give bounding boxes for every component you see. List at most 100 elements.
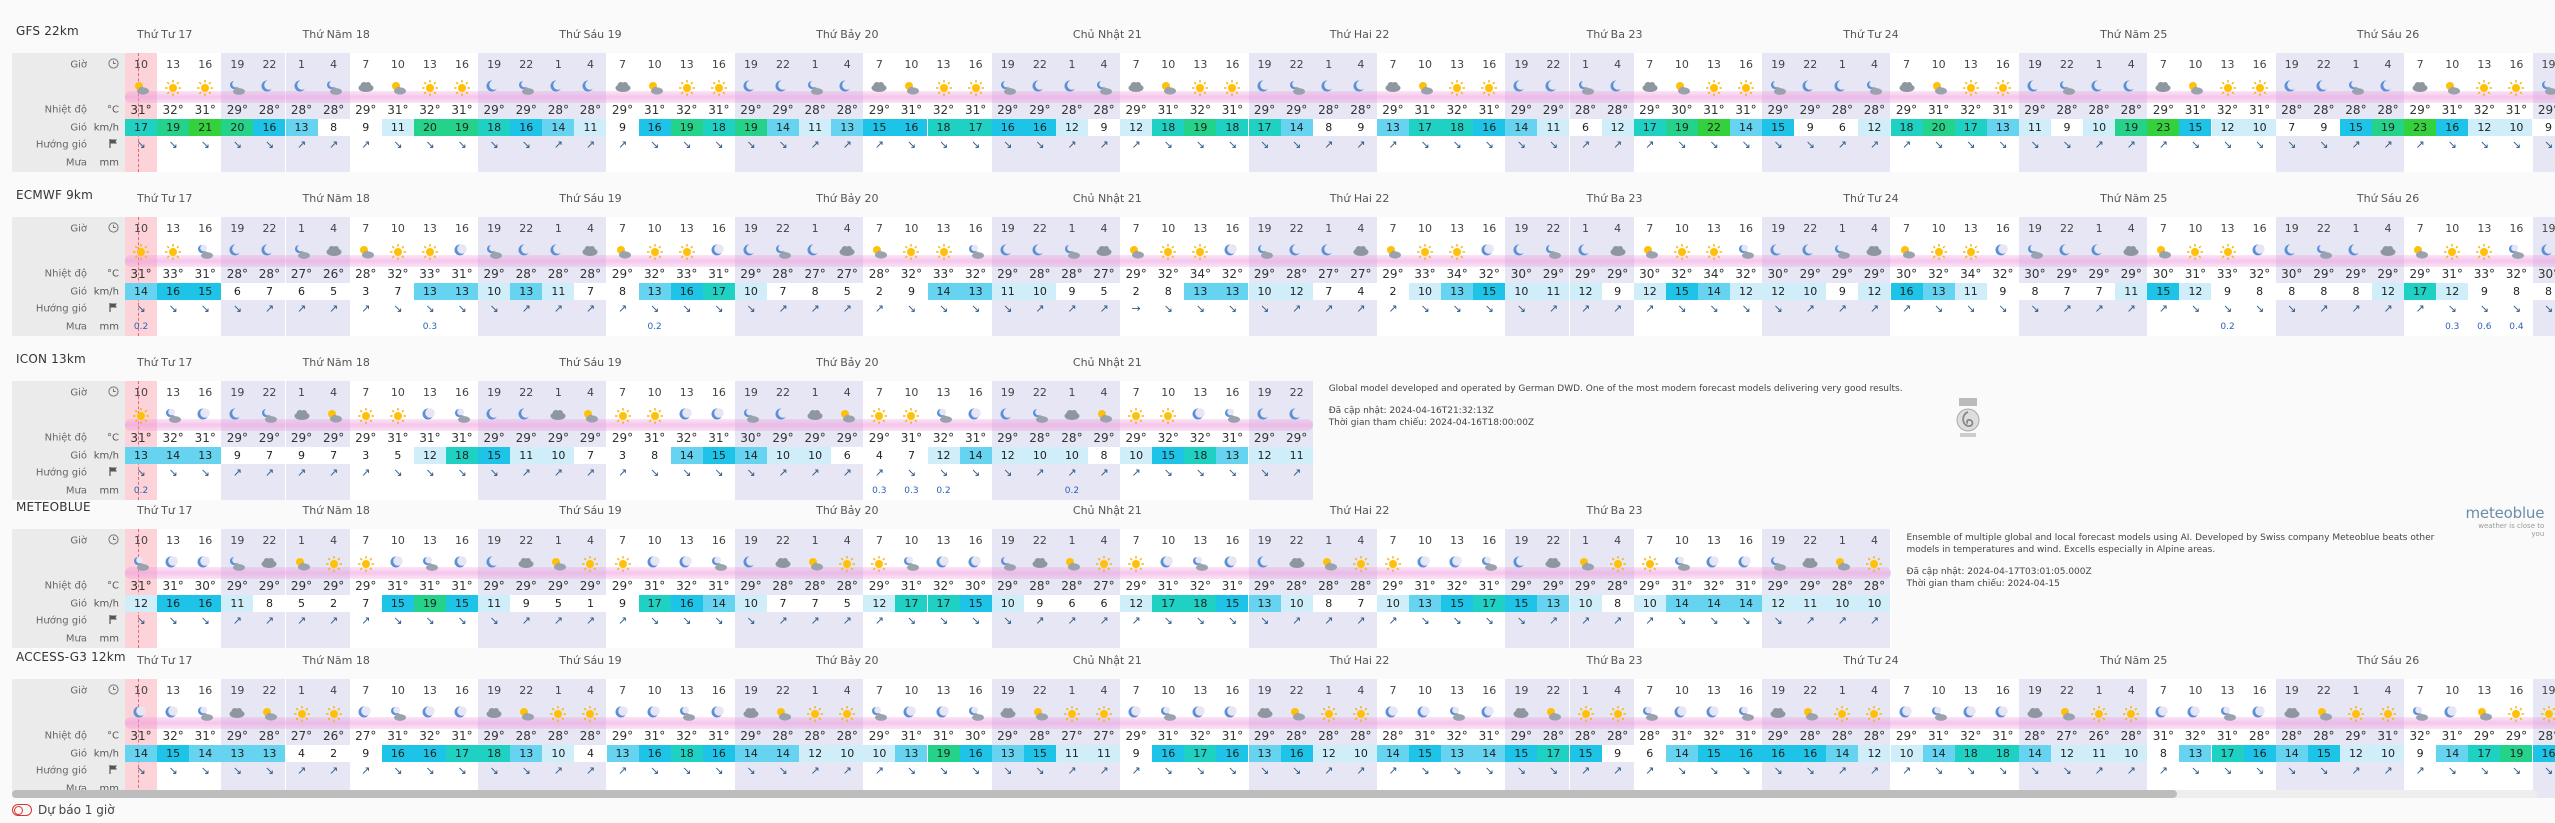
moon-icon — [1994, 243, 2012, 257]
wind-direction-arrow: ↘ — [489, 466, 499, 479]
row-label-unit: °C — [107, 730, 119, 741]
wind-speed: 14 — [1473, 745, 1506, 762]
row-label: Mưa mm — [12, 154, 125, 172]
wind-direction-arrow: ↘ — [938, 466, 949, 479]
model-name[interactable]: ICON 13km — [16, 352, 86, 366]
hour-label: 10 — [390, 534, 405, 547]
temperature-value: 28° — [2377, 103, 2399, 117]
model-name[interactable]: METEOBLUE — [16, 500, 91, 514]
wind-speed: 13 — [1537, 595, 1570, 612]
model-name[interactable]: ECMWF 9km — [16, 188, 93, 202]
row-label-text: Hướng gió — [35, 139, 87, 151]
hour-label: 19 — [2027, 684, 2042, 697]
wind-direction-arrow: ↘ — [2222, 138, 2233, 151]
wind-speed: 8 — [2031, 285, 2039, 298]
temperature-value: 32° — [1157, 431, 1179, 445]
wind-direction-arrow: ↗ — [521, 466, 531, 479]
hour-label: 1 — [811, 386, 819, 399]
hour-label: 19 — [230, 222, 245, 235]
cloudy-icon — [1544, 555, 1562, 569]
wind-speed: 14 — [2436, 745, 2469, 762]
wind-direction-arrow: ↘ — [1292, 764, 1302, 777]
wind-direction-arrow: ↗ — [842, 466, 852, 479]
hour-label: 22 — [1032, 684, 1047, 697]
toggle-icon[interactable] — [12, 804, 32, 816]
moon-icon — [1223, 243, 1241, 257]
model-name[interactable]: GFS 22km — [16, 24, 79, 38]
model-name[interactable]: ACCESS-G3 12km — [16, 650, 126, 664]
wind-direction-arrow: ↘ — [1003, 138, 1013, 151]
wind-speed: 12 — [1120, 595, 1153, 612]
temperature-value: 31° — [1157, 103, 1179, 117]
wind-speed: 15 — [1473, 283, 1506, 300]
temperature-value: 28° — [1350, 729, 1372, 743]
sunny-icon — [325, 705, 343, 723]
cloudy-icon — [517, 555, 535, 569]
temperature-value: 29° — [772, 103, 794, 117]
wind-speed: 9 — [1357, 121, 1365, 134]
sunny-icon — [132, 407, 150, 425]
temperature-value: 29° — [740, 267, 762, 281]
hour-label: 4 — [1614, 58, 1622, 71]
moon-icon — [1031, 79, 1049, 93]
temperature-value: 26° — [323, 267, 345, 281]
sunny-icon — [2507, 705, 2525, 723]
sunny-icon — [1063, 705, 1081, 723]
moon-cloud-icon — [228, 555, 246, 573]
wind-direction-arrow: ↘ — [714, 302, 724, 315]
wind-speed: 10 — [478, 283, 511, 300]
moon-icon — [196, 555, 214, 569]
moon-cloud-icon — [1031, 407, 1049, 425]
wind-direction-arrow: ↘ — [1516, 302, 1526, 315]
moon-cloud-icon — [132, 555, 150, 573]
hour-label: 13 — [1963, 684, 1978, 697]
temperature-value: 29° — [515, 579, 537, 593]
horizontal-scrollbar-thumb[interactable] — [12, 790, 2177, 798]
day-label: Thứ Năm 25 — [2100, 654, 2168, 667]
model-block: GFS 22km Thứ Tư 17 Thứ Năm 18 Thứ Sáu 19 Thứ… — [12, 24, 2555, 174]
hour-label: 19 — [1000, 58, 1015, 71]
wind-direction-arrow: ↗ — [2415, 764, 2425, 777]
meteoblue-tagline: weather is close to you — [2478, 522, 2545, 538]
wind-speed: 16 — [1762, 745, 1795, 762]
temperature-value: 30° — [740, 431, 762, 445]
hour-label: 13 — [936, 222, 951, 235]
hour-label: 19 — [2284, 58, 2299, 71]
wind-speed: 18 — [1954, 745, 1987, 762]
row-label: Mưa mm — [12, 630, 125, 648]
row-label-text: Gió — [70, 286, 87, 297]
wind-speed: 13 — [1248, 595, 1281, 612]
moon-cloud-icon — [2411, 705, 2429, 723]
wind-speed: 10 — [1248, 283, 1281, 300]
sunny-icon — [357, 555, 375, 573]
wind-speed: 13 — [510, 745, 543, 762]
forecast-grid: 10 31° 14 ↘ 13 32° 15 ↘ 16 31° 14 ↘ 19 29° 13 ↘ 22 28° 13 ↘… — [125, 679, 2555, 798]
sunny-icon — [2507, 79, 2525, 97]
hour-label: 10 — [2188, 222, 2203, 235]
hourly-toggle[interactable]: Dự báo 1 giờ — [12, 803, 115, 817]
temperature-value: 32° — [1446, 103, 1468, 117]
row-label-unit: mm — [99, 321, 119, 333]
temperature-value: 31° — [419, 579, 441, 593]
partly-cloudy-icon — [389, 79, 407, 97]
hour-label: 22 — [2316, 222, 2331, 235]
hour-label: 22 — [776, 534, 791, 547]
hour-label: 16 — [1225, 684, 1240, 697]
wind-direction-arrow: ↘ — [2479, 302, 2489, 315]
wind-speed: 13 — [1409, 595, 1442, 612]
wind-direction-arrow: ↘ — [489, 614, 499, 627]
moon-icon — [838, 79, 856, 93]
wind-direction-arrow: ↘ — [682, 764, 692, 777]
wind-direction-arrow: ↘ — [1195, 466, 1205, 479]
wind-direction-arrow: ↘ — [2030, 764, 2040, 777]
temperature-value: 32° — [676, 579, 698, 593]
wind-direction-arrow: ↗ — [617, 302, 628, 315]
hour-label: 4 — [843, 534, 851, 547]
temperature-value: 29° — [2409, 103, 2431, 117]
wind-speed: 14 — [767, 119, 800, 136]
row-label-text: Gió — [70, 122, 87, 133]
sunny-icon — [196, 79, 214, 97]
row-label-text: Hướng gió — [35, 303, 87, 315]
temperature-value: 31° — [194, 103, 216, 117]
hour-label: 1 — [1838, 534, 1846, 547]
